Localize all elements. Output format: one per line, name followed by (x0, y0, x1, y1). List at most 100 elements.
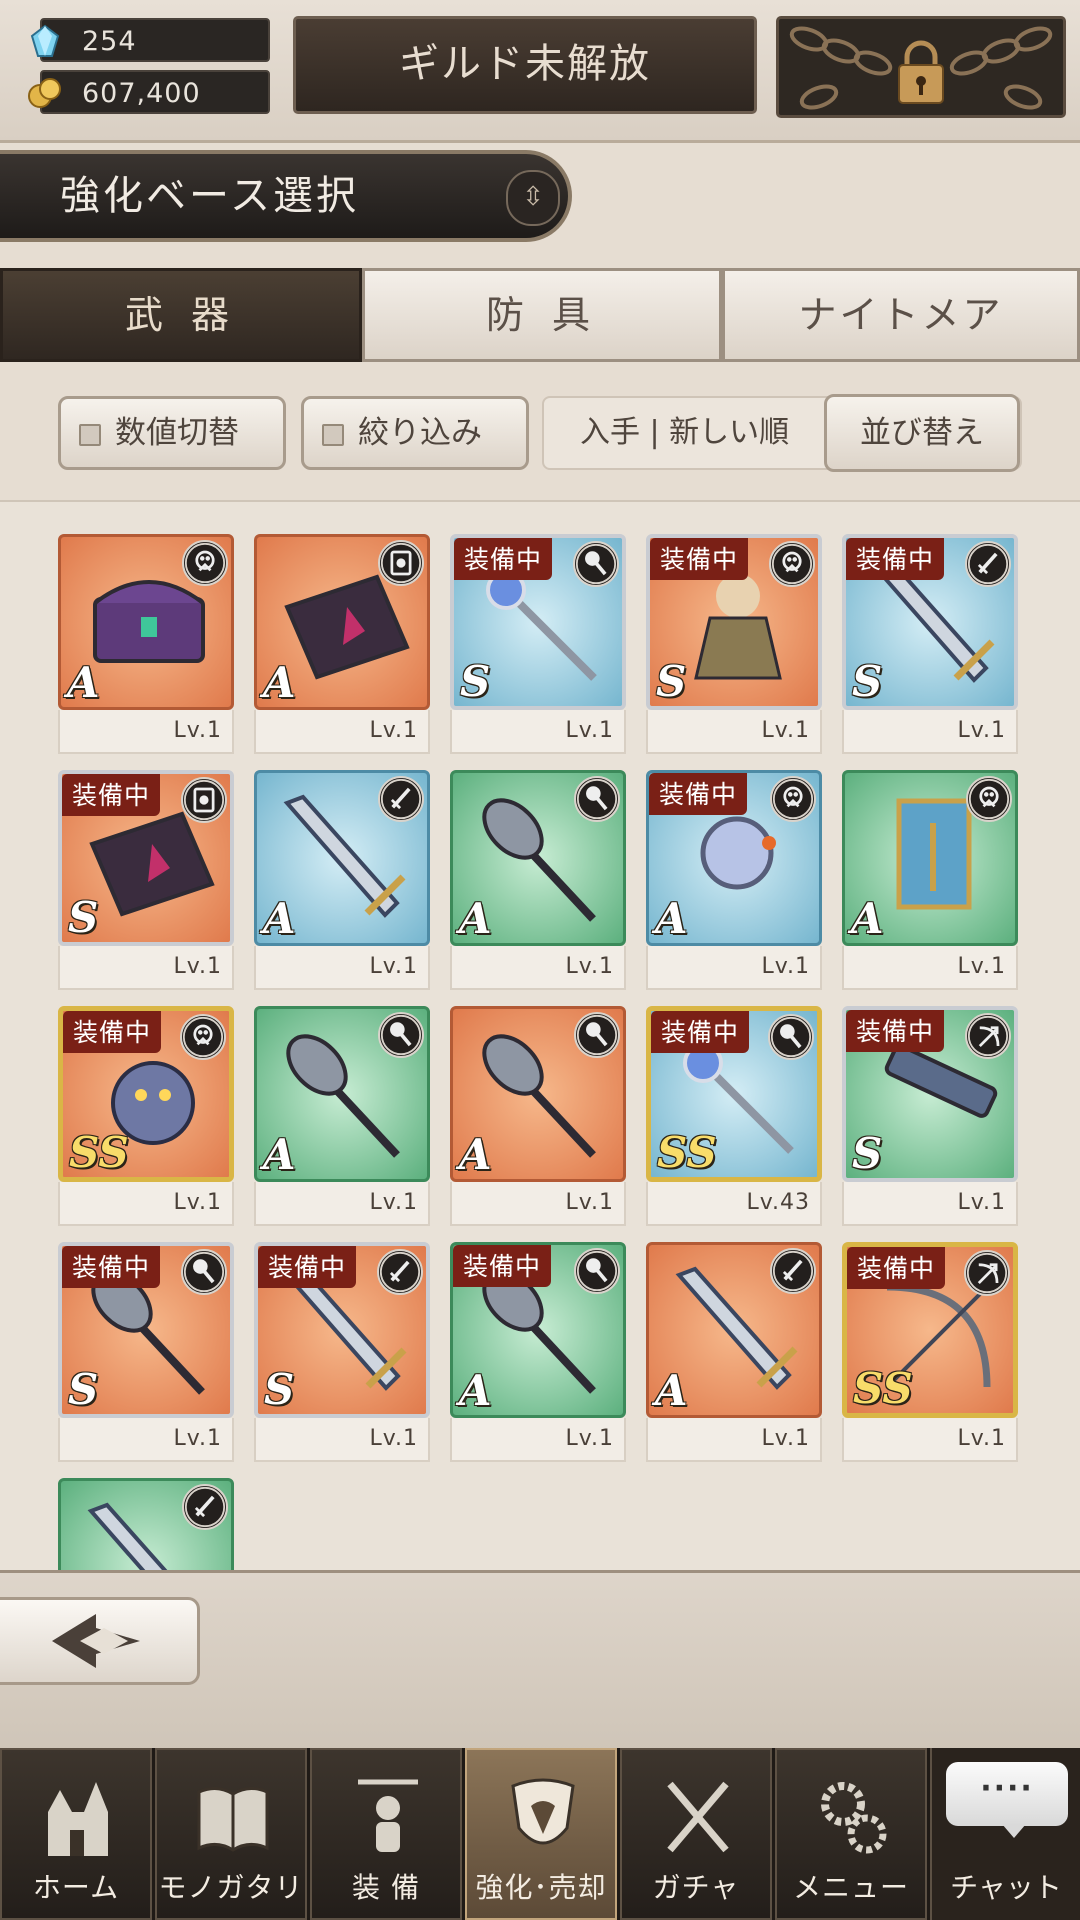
rank-badge: S (68, 1365, 99, 1414)
equipped-badge: 装備中 (649, 773, 748, 815)
item-level: Lv.43 (646, 1182, 822, 1226)
item-card[interactable]: S 装備中 Lv.1 (58, 770, 234, 992)
equipped-badge: 装備中 (454, 538, 553, 580)
item-art: S 装備中 (58, 1242, 234, 1418)
item-level: Lv.1 (254, 1418, 430, 1462)
item-art: SS 装備中 (646, 1006, 822, 1182)
item-level: Lv.1 (842, 1182, 1018, 1226)
sword-type-icon (182, 1484, 228, 1530)
checkbox-icon (79, 423, 101, 446)
item-card[interactable]: S 装備中 Lv.1 (842, 534, 1018, 756)
item-card[interactable]: S 装備中 Lv.1 (58, 1242, 234, 1464)
bow-type-icon (965, 1013, 1011, 1059)
toggle-values-label: 数値切替 (115, 415, 239, 451)
nav-item[interactable]: 装 備 (310, 1748, 462, 1920)
item-level: Lv.1 (842, 710, 1018, 754)
gem-count: 254 (82, 26, 137, 57)
mace-type-icon (574, 1012, 620, 1058)
item-card[interactable]: S 装備中 Lv.1 (254, 1242, 430, 1464)
item-card[interactable]: A Lv.1 (254, 534, 430, 756)
item-art: S 装備中 (58, 770, 234, 946)
item-art: A (254, 1006, 430, 1182)
rank-badge: S (852, 657, 883, 706)
rank-badge: A (655, 1366, 688, 1415)
item-level: Lv.1 (842, 1418, 1018, 1462)
nav-label: メニュー (792, 1871, 909, 1904)
toggle-values-button[interactable]: 数値切替 (58, 396, 286, 470)
gold-coins-icon (28, 78, 61, 108)
open-book-icon (197, 1787, 269, 1852)
staff-type-icon (769, 541, 815, 587)
equipped-badge: 装備中 (62, 1246, 161, 1288)
item-card[interactable]: A Lv.1 (450, 770, 626, 992)
nav-item[interactable]: 強化･売却 (465, 1748, 617, 1920)
equipped-badge: 装備中 (651, 1011, 750, 1053)
mace-type-icon (574, 776, 620, 822)
item-level: Lv.1 (646, 946, 822, 990)
mace-type-icon (573, 541, 619, 587)
gem-counter: 254 (30, 18, 270, 62)
rank-badge: S (460, 657, 491, 706)
tab-armor[interactable]: 防 具 (362, 268, 722, 362)
item-art: A 装備中 (450, 1242, 626, 1418)
item-art: A 装備中 (646, 770, 822, 946)
chat-bubble-icon: ···· (946, 1762, 1068, 1826)
filter-label: 絞り込み (358, 415, 482, 451)
rank-badge: A (459, 894, 492, 943)
item-card[interactable]: SS 装備中 Lv.1 (842, 1242, 1018, 1464)
rank-badge: S (264, 1365, 295, 1414)
chat-label: チャット (950, 1871, 1062, 1904)
item-art (58, 1478, 234, 1572)
tab-weapons[interactable]: 武 器 (0, 268, 362, 362)
up-down-chevron-icon[interactable]: ⇳ (506, 170, 560, 226)
item-card[interactable]: A Lv.1 (842, 770, 1018, 992)
item-card[interactable]: A Lv.1 (58, 534, 234, 756)
item-card[interactable]: A Lv.1 (646, 1242, 822, 1464)
chain-lock-icon (789, 26, 1053, 110)
guild-button[interactable]: ギルド未解放 (293, 16, 757, 114)
sort-current-label: 入手 | 新しい順 (580, 415, 790, 450)
nav-item[interactable]: メニュー (775, 1748, 927, 1920)
locked-feature-button[interactable] (776, 16, 1066, 118)
sword-type-icon (377, 1249, 423, 1295)
item-art: S 装備中 (450, 534, 626, 710)
nav-item[interactable]: ガチャ (620, 1748, 772, 1920)
item-art: SS 装備中 (58, 1006, 234, 1182)
gem-icon (30, 24, 60, 57)
rank-badge: SS (853, 1364, 913, 1413)
rank-badge: A (67, 658, 100, 707)
tome-type-icon (181, 777, 227, 823)
item-card[interactable]: S 装備中 Lv.1 (646, 534, 822, 756)
item-art: A (842, 770, 1018, 946)
item-art: A (254, 770, 430, 946)
item-card[interactable]: S 装備中 Lv.1 (450, 534, 626, 756)
item-card[interactable]: SS 装備中 Lv.43 (646, 1006, 822, 1228)
nav-label: ガチャ (652, 1871, 740, 1904)
nav-item[interactable]: ホーム (0, 1748, 152, 1920)
nav-item[interactable]: モノガタリ (155, 1748, 307, 1920)
tab-nightmare[interactable]: ナイトメア (722, 268, 1080, 362)
filter-button[interactable]: 絞り込み (301, 396, 529, 470)
sort-button[interactable]: 並び替え (824, 394, 1020, 472)
equipped-badge: 装備中 (650, 538, 749, 580)
title-bar: 強化ベース選択 ⇳ (0, 150, 572, 242)
item-card[interactable]: A Lv.1 (254, 1006, 430, 1228)
item-card[interactable]: A Lv.1 (450, 1006, 626, 1228)
staff-type-icon (182, 540, 228, 586)
page-title: 強化ベース選択 (60, 173, 359, 219)
item-card[interactable]: SS 装備中 Lv.1 (58, 1006, 234, 1228)
rank-badge: A (459, 1366, 492, 1415)
shield-icon (511, 1778, 575, 1845)
item-card[interactable] (58, 1478, 234, 1572)
item-card[interactable]: A 装備中 Lv.1 (450, 1242, 626, 1464)
mace-type-icon (574, 1248, 620, 1294)
item-card[interactable]: A 装備中 Lv.1 (646, 770, 822, 992)
item-card[interactable]: S 装備中 Lv.1 (842, 1006, 1018, 1228)
sword-type-icon (378, 776, 424, 822)
bow-type-icon (964, 1250, 1010, 1296)
rank-badge: A (655, 894, 688, 943)
item-card[interactable]: A Lv.1 (254, 770, 430, 992)
chat-button[interactable]: ···· チャット (930, 1748, 1080, 1920)
back-button[interactable] (0, 1597, 200, 1685)
item-level: Lv.1 (842, 946, 1018, 990)
